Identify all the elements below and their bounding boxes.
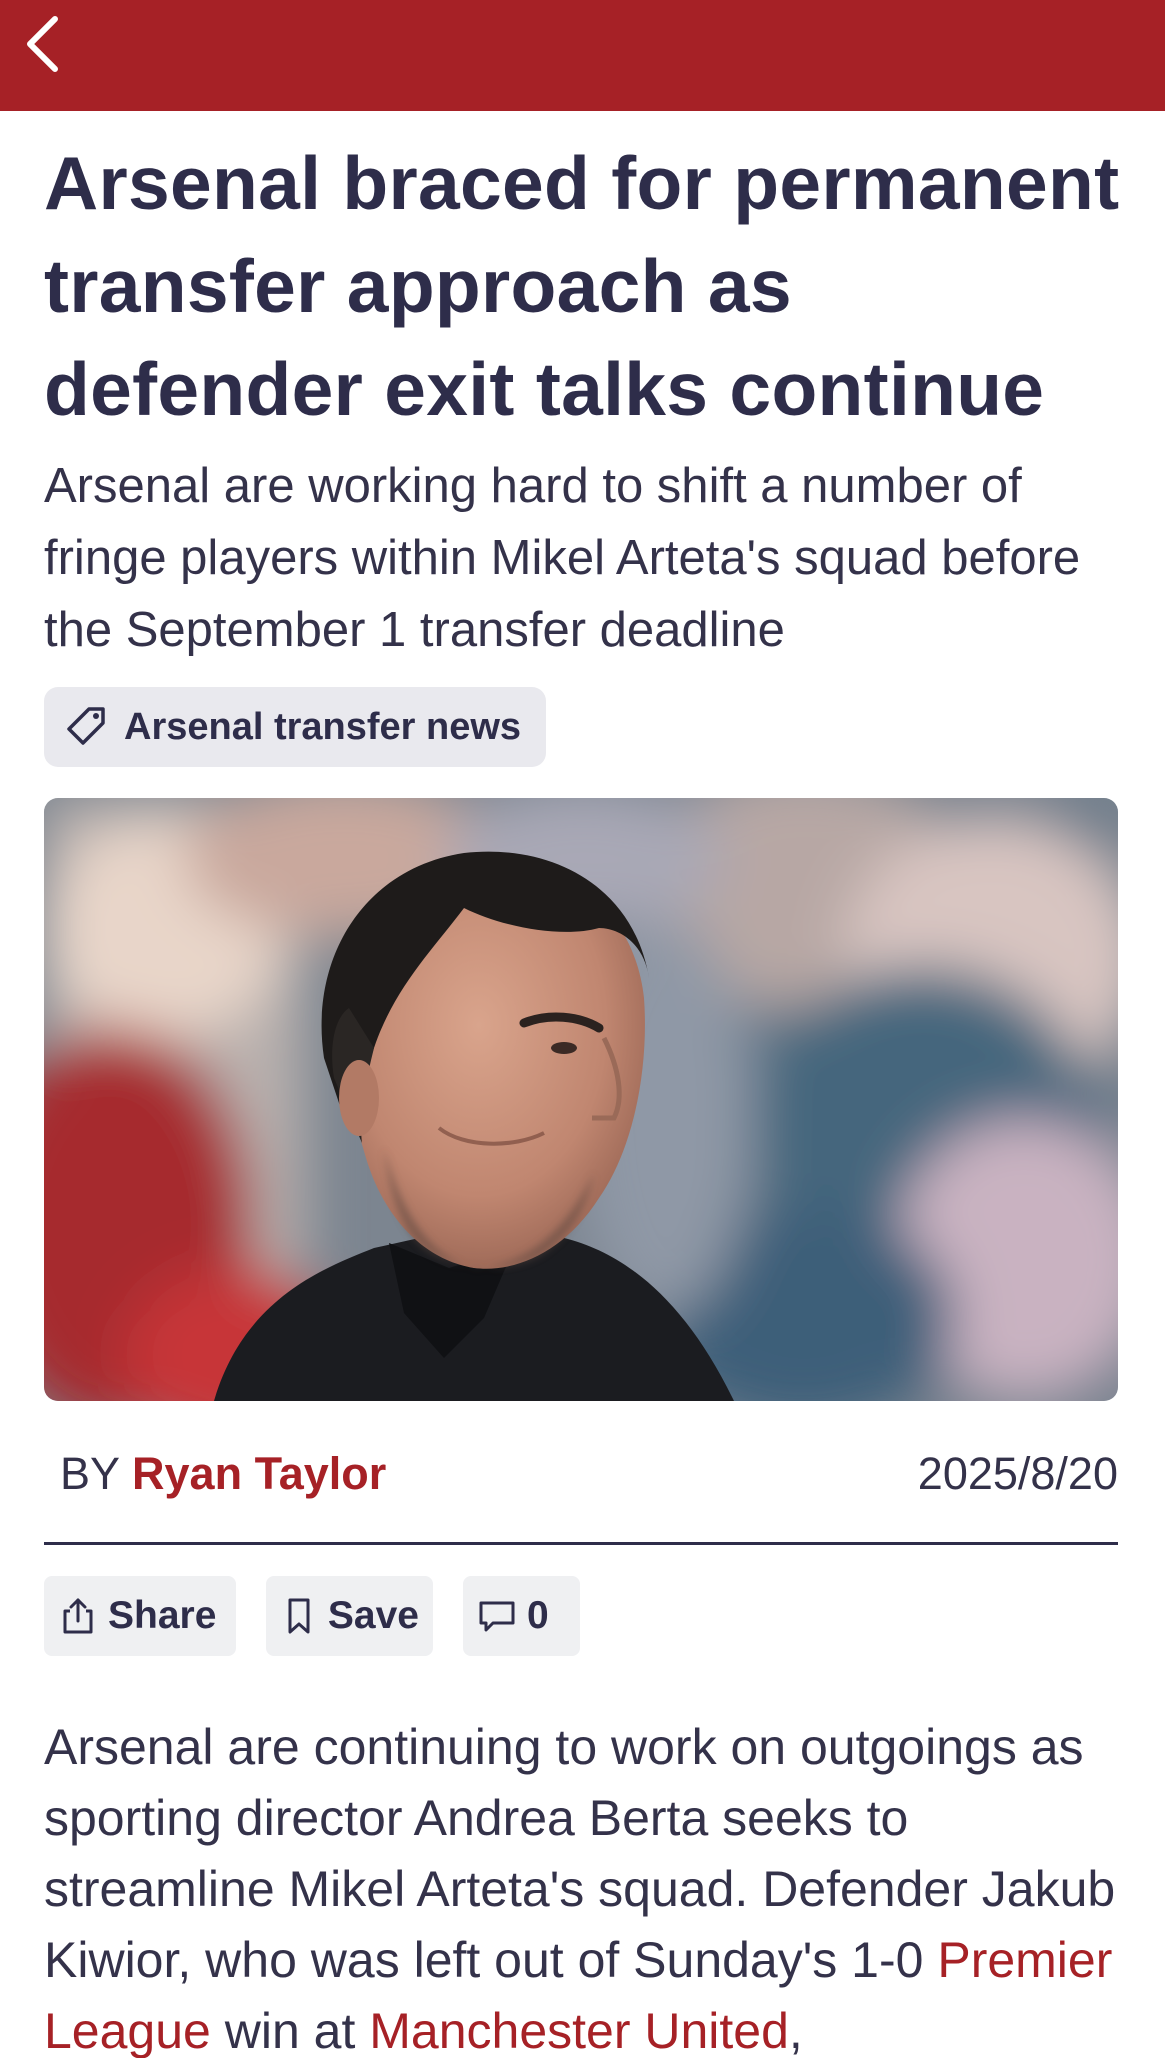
save-button[interactable]: Save: [266, 1576, 433, 1656]
tag-icon: [62, 703, 110, 751]
manchester-united-link[interactable]: Manchester United: [369, 2003, 789, 2058]
share-icon: [58, 1594, 98, 1638]
body-text-segment: win at: [210, 2003, 370, 2058]
author-link[interactable]: Ryan Taylor: [132, 1448, 386, 1499]
byline-prefix: BY: [60, 1448, 121, 1499]
body-text-segment: ,: [788, 2003, 803, 2058]
divider: [44, 1542, 1118, 1545]
article-body-paragraph: Arsenal are continuing to work on outgoi…: [44, 1712, 1134, 2058]
tag-label: Arsenal transfer news: [124, 705, 522, 748]
bookmark-icon: [280, 1594, 318, 1638]
publish-date: 2025/8/20: [917, 1448, 1118, 1499]
back-button[interactable]: [14, 14, 70, 78]
article-standfirst: Arsenal are working hard to shift a numb…: [44, 459, 1081, 657]
comment-count: 0: [527, 1594, 549, 1637]
share-button[interactable]: Share: [44, 1576, 236, 1656]
article-headline: Arsenal braced for permanent transfer ap…: [44, 141, 1120, 431]
comments-button[interactable]: 0: [463, 1576, 580, 1656]
byline: BY Ryan Taylor: [60, 1448, 386, 1500]
top-app-bar: [0, 0, 1165, 111]
topic-tag-chip[interactable]: Arsenal transfer news: [44, 687, 546, 767]
hero-image: [44, 798, 1118, 1401]
save-label: Save: [327, 1594, 419, 1637]
comment-icon: [477, 1594, 517, 1638]
chevron-left-icon: [22, 14, 62, 79]
share-label: Share: [108, 1594, 217, 1637]
